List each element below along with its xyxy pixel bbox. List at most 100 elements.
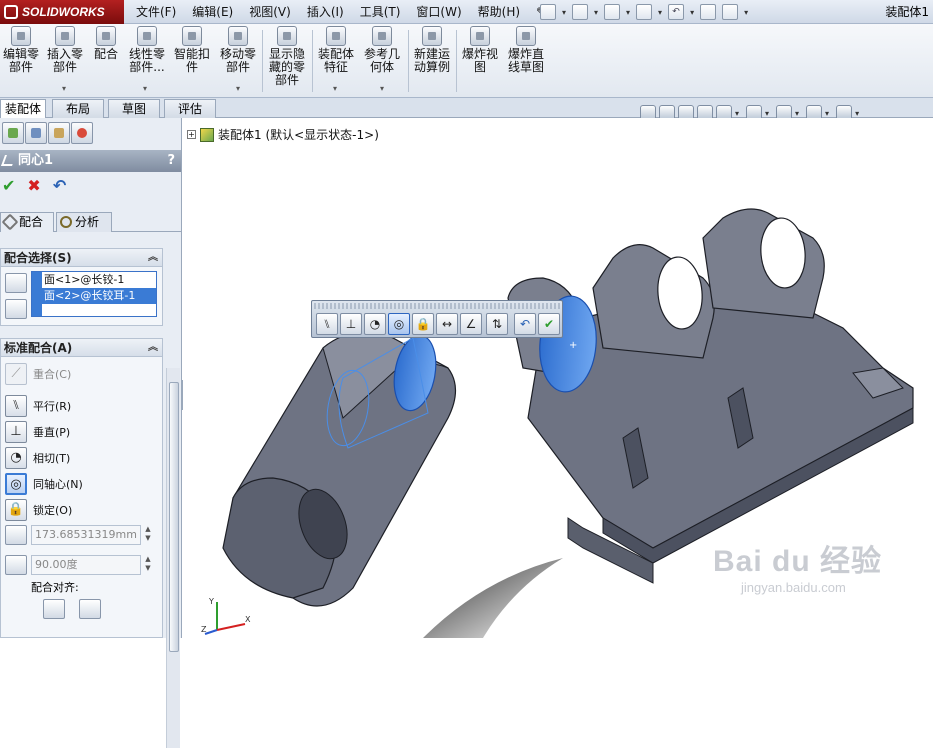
toolbar-grip[interactable] — [314, 303, 560, 309]
reference-dropdown-icon[interactable]: ▾ — [380, 84, 384, 93]
scrollbar-thumb[interactable] — [169, 382, 179, 652]
tab-layout[interactable]: 布局 — [52, 99, 104, 118]
insert-component-button[interactable]: 插入零 部件 — [46, 26, 84, 74]
paperclip-icon — [1, 213, 19, 231]
mate-parallel[interactable]: ⑊ 平行(R) — [5, 395, 71, 417]
tab-sketch[interactable]: 草图 — [108, 99, 160, 118]
multi-mate-icon[interactable] — [5, 299, 27, 319]
help-icon[interactable]: ? — [167, 150, 175, 172]
smart-fastener-button[interactable]: 智能扣 件 — [172, 26, 212, 74]
save-dropdown-icon[interactable]: ▾ — [626, 8, 630, 17]
tab-mates[interactable]: 配合 — [0, 212, 54, 232]
mate-coincident[interactable]: ⟋ 重合(C) — [5, 363, 71, 385]
menu-window[interactable]: 窗口(W) — [408, 0, 469, 24]
collapse-chevron-icon[interactable]: ︽ — [148, 249, 158, 267]
distance-spinner[interactable]: ▲ ▼ — [143, 525, 153, 545]
insert-component-icon — [55, 26, 75, 46]
mate-tangent[interactable]: ◔ 相切(T) — [5, 447, 70, 469]
popup-flip-alignment-button[interactable]: ⇅ — [486, 313, 508, 335]
solidworks-logo[interactable]: SOLIDWORKS — [0, 0, 124, 24]
tab-evaluate[interactable]: 评估 — [164, 99, 216, 118]
anti-aligned-icon[interactable] — [79, 599, 101, 619]
hide-show-dropdown-icon[interactable]: ▾ — [795, 109, 799, 118]
move-component-button[interactable]: 移动零 部件 — [218, 26, 258, 74]
menu-view[interactable]: 视图(V) — [241, 0, 299, 24]
explode-line-sketch-button[interactable]: 爆炸直 线草图 — [504, 26, 548, 74]
new-dropdown-icon[interactable]: ▾ — [562, 8, 566, 17]
angle-spinner[interactable]: ▲ ▼ — [143, 555, 153, 575]
part-hinge-ear[interactable]: + — [507, 208, 914, 584]
view-orientation-dropdown-icon[interactable]: ▾ — [735, 109, 739, 118]
rebuild-icon[interactable] — [700, 4, 717, 20]
popup-tangent-button[interactable]: ◔ — [364, 313, 386, 335]
insert-dropdown-icon[interactable]: ▾ — [62, 84, 66, 93]
new-motion-study-button[interactable]: 新建运 动算例 — [412, 26, 452, 74]
popup-undo-button[interactable]: ↶ — [514, 313, 536, 335]
collapse-chevron-icon[interactable]: ︽ — [148, 339, 158, 357]
print-dropdown-icon[interactable]: ▾ — [658, 8, 662, 17]
list-item[interactable]: 面<1>@长铰-1 — [32, 272, 156, 288]
menu-help[interactable]: 帮助(H) — [470, 0, 528, 24]
menu-edit[interactable]: 编辑(E) — [184, 0, 241, 24]
distance-field[interactable]: 173.68531319mm — [31, 525, 141, 545]
show-hidden-label: 显示隐 藏的零 部件 — [268, 47, 305, 87]
display-style-dropdown-icon[interactable]: ▾ — [765, 109, 769, 118]
property-manager-scrollbar[interactable] — [166, 368, 180, 748]
distance-icon[interactable] — [5, 525, 27, 545]
menu-insert[interactable]: 插入(I) — [299, 0, 352, 24]
menu-tools[interactable]: 工具(T) — [352, 0, 409, 24]
aligned-icon[interactable] — [43, 599, 65, 619]
options-dropdown-icon[interactable]: ▾ — [744, 8, 748, 17]
pattern-dropdown-icon[interactable]: ▾ — [143, 84, 147, 93]
undo-icon[interactable]: ↶ — [668, 4, 685, 20]
exploded-view-button[interactable]: 爆炸视 图 — [460, 26, 500, 74]
baidu-watermark: Bai du 经验 jingyan.baidu.com — [713, 536, 923, 636]
menu-bar: 文件(F) 编辑(E) 视图(V) 插入(I) 工具(T) 窗口(W) 帮助(H… — [128, 0, 546, 24]
popup-perpendicular-button[interactable]: ⊥ — [340, 313, 362, 335]
new-document-icon[interactable] — [540, 4, 556, 20]
mate-selections-header[interactable]: 配合选择(S) ︽ — [1, 249, 162, 267]
ok-icon[interactable]: ✔ — [2, 178, 15, 194]
cancel-icon[interactable]: ✖ — [27, 178, 40, 194]
edit-component-button[interactable]: 编辑零 部件 — [2, 26, 40, 74]
open-dropdown-icon[interactable]: ▾ — [594, 8, 598, 17]
show-hidden-button[interactable]: 显示隐 藏的零 部件 — [266, 26, 308, 87]
popup-lock-button[interactable]: 🔒 — [412, 313, 434, 335]
mate-selection-list[interactable]: 面<1>@长铰-1 面<2>@长铰耳-1 — [31, 271, 157, 317]
save-icon[interactable] — [604, 4, 621, 20]
property-manager-tab-icon[interactable] — [25, 122, 47, 144]
menu-file[interactable]: 文件(F) — [128, 0, 184, 24]
angle-field[interactable]: 90.00度 — [31, 555, 141, 575]
move-dropdown-icon[interactable]: ▾ — [236, 84, 240, 93]
undo-dropdown-icon[interactable]: ▾ — [690, 8, 694, 17]
display-manager-tab-icon[interactable] — [71, 122, 93, 144]
popup-ok-button[interactable]: ✔ — [538, 313, 560, 335]
mate-concentric[interactable]: ◎ 同轴心(N) — [5, 473, 83, 495]
options-icon[interactable] — [722, 4, 739, 20]
tab-analysis[interactable]: 分析 — [56, 212, 112, 232]
list-item[interactable]: 面<2>@长铰耳-1 — [32, 288, 156, 304]
print-icon[interactable] — [636, 4, 653, 20]
configuration-manager-tab-icon[interactable] — [48, 122, 70, 144]
appearance-dropdown-icon[interactable]: ▾ — [825, 109, 829, 118]
part-long-hinge[interactable] — [222, 331, 457, 607]
assembly-feature-button[interactable]: 装配体 特征 — [316, 26, 356, 74]
tab-assembly[interactable]: 装配体 — [0, 99, 46, 119]
mate-button[interactable]: 配合 — [90, 26, 122, 61]
popup-concentric-button[interactable]: ◎ — [388, 313, 410, 335]
graphics-area[interactable]: + 装配体1 (默认<显示状态-1>) + ⑊ ⊥ ◔ ◎ 🔒 ↔ ∠ ⇅ ↶ … — [183, 118, 933, 638]
popup-distance-button[interactable]: ↔ — [436, 313, 458, 335]
scene-dropdown-icon[interactable]: ▾ — [855, 109, 859, 118]
undo-icon[interactable]: ↶ — [53, 178, 66, 194]
popup-angle-button[interactable]: ∠ — [460, 313, 482, 335]
linear-pattern-button[interactable]: 线性零 部件... — [126, 26, 168, 74]
reference-geometry-button[interactable]: 参考几 何体 — [362, 26, 402, 74]
open-folder-icon[interactable] — [572, 4, 589, 20]
feature-dropdown-icon[interactable]: ▾ — [333, 84, 337, 93]
mate-lock[interactable]: 🔒 锁定(O) — [5, 499, 72, 521]
mate-perpendicular[interactable]: ⊥ 垂直(P) — [5, 421, 70, 443]
feature-manager-tab-icon[interactable] — [2, 122, 24, 144]
angle-icon[interactable] — [5, 555, 27, 575]
popup-parallel-button[interactable]: ⑊ — [316, 313, 338, 335]
standard-mates-header[interactable]: 标准配合(A) ︽ — [1, 339, 162, 357]
